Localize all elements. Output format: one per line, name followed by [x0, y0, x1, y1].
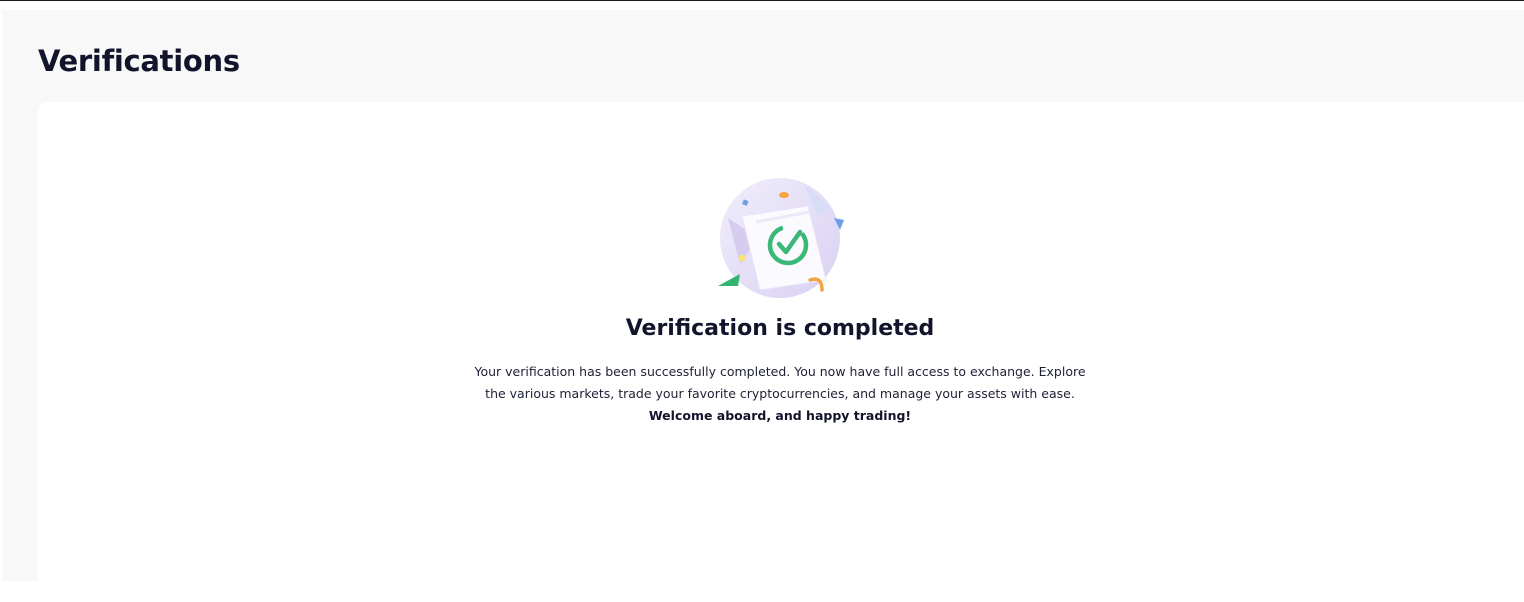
page-title: Verifications	[38, 44, 240, 78]
top-border	[0, 0, 1524, 1]
success-title: Verification is completed	[625, 316, 935, 341]
verified-document-icon	[718, 178, 844, 298]
success-description: Your verification has been successfully …	[474, 364, 1086, 401]
verification-status-card: Verification is completed Your verificat…	[38, 102, 1524, 602]
welcome-message: Welcome aboard, and happy trading!	[648, 408, 912, 423]
verifications-page: Verifications Verification is completed …	[2, 10, 1524, 602]
